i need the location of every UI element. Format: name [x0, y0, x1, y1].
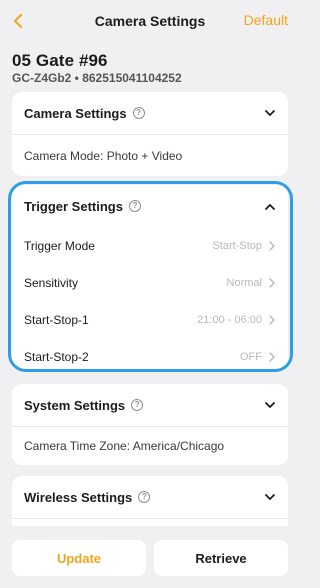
retrieve-button[interactable]: Retrieve — [154, 540, 288, 576]
trigger-settings-header[interactable]: Trigger Settings ? — [12, 185, 288, 227]
row-value: 21:00 - 06:00 — [197, 313, 262, 326]
default-button[interactable]: Default — [244, 12, 288, 28]
start-stop-2-row[interactable]: Start-Stop-2 OFF — [12, 338, 288, 369]
system-settings-header[interactable]: System Settings ? — [12, 384, 288, 426]
chevron-right-icon — [268, 240, 276, 251]
trigger-settings-card: Trigger Settings ? Trigger Mode Start-St… — [12, 185, 288, 369]
start-stop-1-row[interactable]: Start-Stop-1 21:00 - 06:00 — [12, 301, 288, 338]
chevron-right-icon — [268, 314, 276, 325]
row-value: OFF — [240, 350, 262, 363]
row-value: Start-Stop — [212, 239, 262, 252]
help-icon[interactable]: ? — [131, 399, 144, 411]
section-title: System Settings — [24, 397, 126, 413]
section-title: Trigger Settings — [24, 198, 123, 214]
divider — [12, 518, 288, 519]
section-title: Camera Settings — [24, 105, 127, 121]
chevron-down-icon — [264, 491, 276, 503]
camera-mode-info: Camera Mode: Photo + Video — [24, 149, 183, 163]
chevron-down-icon — [264, 107, 276, 119]
section-title: Wireless Settings — [24, 489, 133, 505]
chevron-left-icon — [14, 14, 22, 28]
back-button[interactable] — [8, 9, 28, 33]
wireless-settings-header[interactable]: Wireless Settings ? — [12, 476, 288, 518]
camera-settings-card: Camera Settings ? Camera Mode: Photo + V… — [12, 92, 288, 176]
chevron-up-icon — [264, 200, 276, 212]
row-label: Sensitivity — [24, 275, 79, 290]
row-label: Start-Stop-2 — [24, 349, 89, 364]
help-icon[interactable]: ? — [132, 107, 145, 119]
trigger-mode-row[interactable]: Trigger Mode Start-Stop — [12, 227, 288, 264]
row-label: Trigger Mode — [24, 238, 95, 253]
header-bar: Camera Settings Default — [0, 0, 300, 42]
update-button[interactable]: Update — [12, 540, 146, 576]
help-icon[interactable]: ? — [138, 491, 151, 503]
row-label: Start-Stop-1 — [24, 312, 89, 327]
help-icon[interactable]: ? — [128, 200, 141, 212]
chevron-right-icon — [268, 351, 276, 362]
bottom-action-bar: Update Retrieve — [0, 526, 300, 588]
camera-settings-screen: Camera Settings Default 05 Gate #96 GC-Z… — [0, 0, 300, 588]
page-title: Camera Settings — [94, 13, 206, 29]
system-settings-card: System Settings ? Camera Time Zone: Amer… — [12, 384, 288, 465]
sensitivity-row[interactable]: Sensitivity Normal — [12, 264, 288, 301]
row-value: Normal — [226, 276, 262, 289]
camera-settings-header[interactable]: Camera Settings ? — [12, 92, 288, 134]
chevron-right-icon — [268, 277, 276, 288]
device-id: GC-Z4Gb2 • 862515041104252 — [12, 71, 182, 85]
device-name: 05 Gate #96 — [12, 51, 108, 70]
time-zone-info: Camera Time Zone: America/Chicago — [24, 439, 225, 453]
chevron-down-icon — [264, 399, 276, 411]
